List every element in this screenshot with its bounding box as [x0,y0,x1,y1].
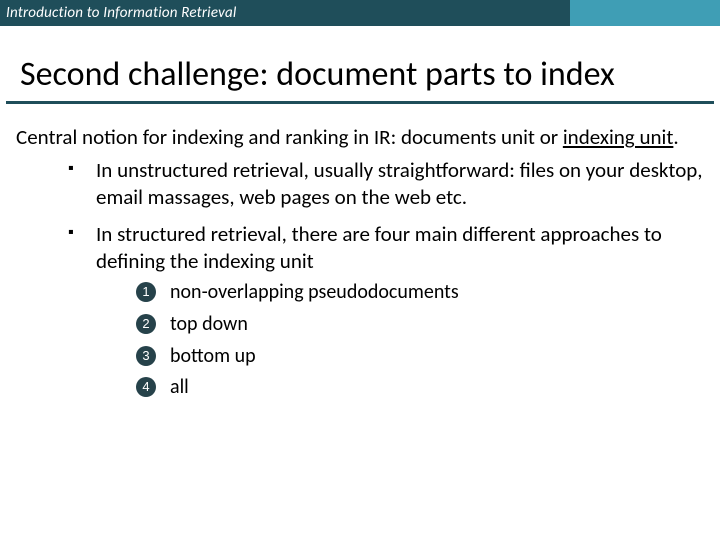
header-bar: Introduction to Information Retrieval [0,0,720,26]
bullet-text: In unstructured retrieval, usually strai… [96,157,703,210]
header-accent [570,0,720,26]
intro-prefix: Central notion for indexing and ranking … [16,124,563,150]
number-badge-icon: 3 [136,346,156,366]
numbered-text: bottom up [170,344,256,368]
title-rule [6,101,714,104]
slide: Introduction to Information Retrieval Se… [0,0,720,540]
numbered-text: top down [170,312,248,336]
number-badge-icon: 4 [136,377,156,397]
intro-paragraph: Central notion for indexing and ranking … [16,124,704,151]
numbered-item: 2 top down [136,312,704,338]
number-badge-icon: 1 [136,282,156,302]
numbered-item: 1 non-overlapping pseudodocuments [136,280,704,306]
numbered-text: all [170,375,189,399]
bullet-list: In unstructured retrieval, usually strai… [68,157,704,401]
bullet-text: In structured retrieval, there are four … [96,221,662,274]
bullet-item: In structured retrieval, there are four … [68,221,704,401]
numbered-text: non-overlapping pseudodocuments [170,280,459,304]
numbered-list: 1 non-overlapping pseudodocuments 2 top … [136,280,704,400]
course-title: Introduction to Information Retrieval [0,0,570,26]
slide-title: Second challenge: document parts to inde… [20,54,700,95]
bullet-item: In unstructured retrieval, usually strai… [68,157,704,211]
numbered-item: 3 bottom up [136,344,704,370]
numbered-item: 4 all [136,375,704,401]
number-badge-icon: 2 [136,314,156,334]
slide-body: Central notion for indexing and ranking … [0,124,720,401]
intro-suffix: . [673,124,678,150]
intro-underlined-term: indexing unit [563,124,674,150]
